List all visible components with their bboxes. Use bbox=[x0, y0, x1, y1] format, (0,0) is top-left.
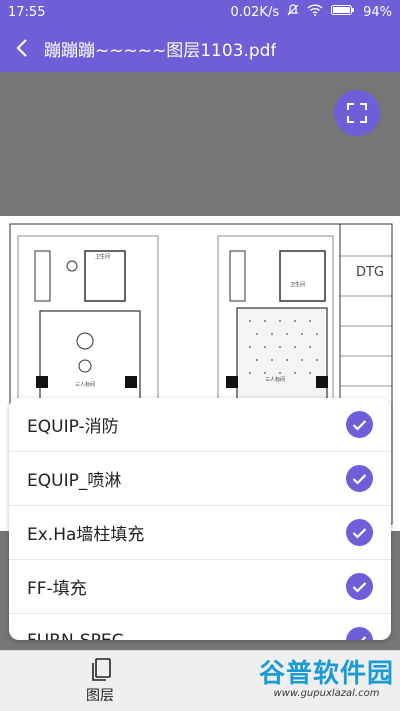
layer-label: FURN-SPEC bbox=[27, 631, 124, 641]
network-speed: 0.02K/s bbox=[230, 4, 280, 20]
layers-tab-button[interactable]: 图层 bbox=[70, 657, 130, 707]
layers-panel: EQUIP-消防 EQUIP_喷淋 Ex.Ha墙柱填充 FF-填充 FURN-S… bbox=[9, 398, 391, 640]
check-icon[interactable] bbox=[346, 411, 373, 438]
watermark: 谷普软件园 www.gupuxlazal.com bbox=[259, 653, 394, 699]
layer-item[interactable]: EQUIP_喷淋 bbox=[9, 452, 391, 506]
layer-item[interactable]: EQUIP-消防 bbox=[9, 398, 391, 452]
room-label-triple-2: 三人标间 bbox=[265, 376, 285, 383]
back-button[interactable] bbox=[0, 24, 44, 72]
check-icon[interactable] bbox=[346, 573, 373, 600]
fullscreen-icon bbox=[347, 103, 367, 123]
layer-label: EQUIP-消防 bbox=[27, 417, 119, 437]
document-title: 蹦蹦蹦~~~~~图层1103.pdf bbox=[44, 40, 277, 61]
drawing-logo: DTG bbox=[356, 265, 384, 280]
fullscreen-button[interactable] bbox=[334, 90, 380, 136]
watermark-title: 谷普软件园 bbox=[258, 659, 394, 689]
layer-label: EQUIP_喷淋 bbox=[27, 471, 122, 491]
check-icon[interactable] bbox=[346, 519, 373, 546]
watermark-url: www.gupuxlazal.com bbox=[273, 688, 380, 699]
bottom-bar: 图层 谷普软件园 www.gupuxlazal.com bbox=[0, 650, 400, 711]
check-icon[interactable] bbox=[346, 465, 373, 492]
back-arrow-icon bbox=[16, 39, 27, 57]
layers-tab-label: 图层 bbox=[86, 688, 114, 704]
battery-level: 94% bbox=[363, 4, 392, 20]
room-label-bath-1: 卫生间 bbox=[95, 253, 110, 260]
battery-icon bbox=[331, 4, 355, 20]
layer-label: Ex.Ha墙柱填充 bbox=[27, 525, 145, 545]
mute-icon bbox=[287, 4, 299, 20]
layer-item[interactable]: FURN-SPEC bbox=[9, 614, 391, 640]
status-time: 17:55 bbox=[8, 4, 46, 20]
wifi-icon bbox=[307, 4, 323, 20]
check-icon[interactable] bbox=[346, 627, 373, 640]
layers-icon bbox=[92, 658, 111, 681]
room-label-triple-1: 三人标间 bbox=[75, 381, 95, 388]
room-label-bath-2: 卫生间 bbox=[290, 281, 305, 288]
status-bar: 17:55 0.02K/s 94% bbox=[0, 0, 400, 24]
layer-item[interactable]: Ex.Ha墙柱填充 bbox=[9, 506, 391, 560]
app-bar: 蹦蹦蹦~~~~~图层1103.pdf bbox=[0, 24, 400, 72]
layer-item[interactable]: FF-填充 bbox=[9, 560, 391, 614]
layer-label: FF-填充 bbox=[27, 579, 87, 599]
